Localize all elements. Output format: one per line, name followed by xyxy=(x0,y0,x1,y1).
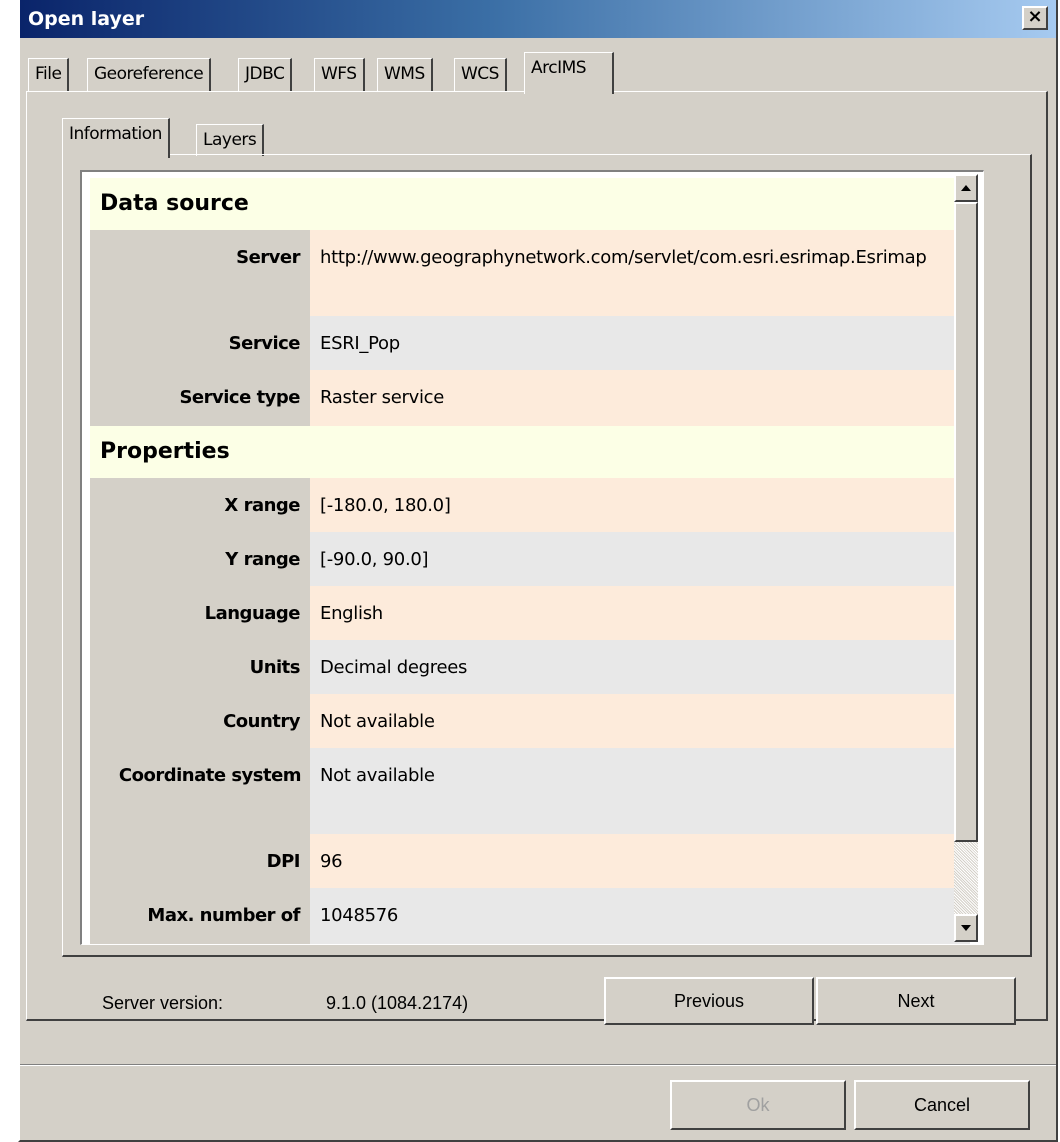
arrow-up-icon xyxy=(961,185,971,191)
dpi-value: 96 xyxy=(310,834,970,888)
coordinate-system-value: Not available xyxy=(310,748,970,834)
max-number-value: 1048576 xyxy=(310,888,970,944)
max-number-label: Max. number of xyxy=(90,888,310,944)
scroll-up-button[interactable] xyxy=(954,174,978,202)
server-value: http://www.geographynetwork.com/servlet/… xyxy=(310,230,970,316)
scroll-track[interactable] xyxy=(954,842,978,914)
row-y-range: Y range [-90.0, 90.0] xyxy=(90,532,970,586)
properties-header: Properties xyxy=(90,426,970,478)
units-label: Units xyxy=(90,640,310,694)
tab-arcims[interactable]: ArcIMS xyxy=(524,52,614,94)
dpi-label: DPI xyxy=(90,834,310,888)
language-value: English xyxy=(310,586,970,640)
row-service-type: Service type Raster service xyxy=(90,370,970,426)
close-button[interactable]: × xyxy=(1022,6,1048,30)
data-source-header: Data source xyxy=(90,178,970,230)
country-value: Not available xyxy=(310,694,970,748)
service-label: Service xyxy=(90,316,310,370)
server-version-label: Server version: xyxy=(102,993,224,1013)
arrow-down-icon xyxy=(961,925,971,931)
window-title: Open layer xyxy=(28,8,145,30)
y-range-label: Y range xyxy=(90,532,310,586)
units-value: Decimal degrees xyxy=(310,640,970,694)
row-dpi: DPI 96 xyxy=(90,834,970,888)
main-tabs: File Georeference JDBC WFS WMS WCS ArcIM… xyxy=(8,52,1060,94)
tab-wms[interactable]: WMS xyxy=(377,58,433,92)
row-service: Service ESRI_Pop xyxy=(90,316,970,370)
information-view: Data source Server http://www.geographyn… xyxy=(80,170,984,945)
information-table: Data source Server http://www.geographyn… xyxy=(90,178,970,944)
tab-file[interactable]: File xyxy=(28,58,70,92)
y-range-value: [-90.0, 90.0] xyxy=(310,532,970,586)
subtab-layers[interactable]: Layers xyxy=(196,124,265,156)
row-country: Country Not available xyxy=(90,694,970,748)
tab-wfs[interactable]: WFS xyxy=(314,58,365,92)
subtab-information[interactable]: Information xyxy=(62,118,170,158)
tab-georeference[interactable]: Georeference xyxy=(87,58,212,92)
scroll-thumb[interactable] xyxy=(954,202,978,842)
footer-separator xyxy=(20,1064,1056,1066)
row-server: Server http://www.geographynetwork.com/s… xyxy=(90,230,970,316)
vertical-scrollbar[interactable] xyxy=(954,174,978,942)
row-x-range: X range [-180.0, 180.0] xyxy=(90,478,970,532)
tab-jdbc[interactable]: JDBC xyxy=(238,58,293,92)
coordinate-system-label: Coordinate system xyxy=(90,748,310,834)
country-label: Country xyxy=(90,694,310,748)
next-button[interactable]: Next xyxy=(816,977,1016,1025)
service-value: ESRI_Pop xyxy=(310,316,970,370)
service-type-label: Service type xyxy=(90,370,310,426)
server-version-value: 9.1.0 (1084.2174) xyxy=(326,993,469,1013)
row-coordinate-system: Coordinate system Not available xyxy=(90,748,970,834)
ok-button[interactable]: Ok xyxy=(670,1080,846,1130)
x-range-label: X range xyxy=(90,478,310,532)
previous-button[interactable]: Previous xyxy=(604,977,814,1025)
language-label: Language xyxy=(90,586,310,640)
row-units: Units Decimal degrees xyxy=(90,640,970,694)
row-max-number: Max. number of 1048576 xyxy=(90,888,970,944)
row-language: Language English xyxy=(90,586,970,640)
title-bar: Open layer × xyxy=(20,0,1056,38)
scroll-down-button[interactable] xyxy=(954,914,978,942)
tab-wcs[interactable]: WCS xyxy=(454,58,507,92)
cancel-button[interactable]: Cancel xyxy=(854,1080,1030,1130)
service-type-value: Raster service xyxy=(310,370,970,426)
x-range-value: [-180.0, 180.0] xyxy=(310,478,970,532)
server-label: Server xyxy=(90,230,310,316)
close-icon: × xyxy=(1027,6,1043,27)
